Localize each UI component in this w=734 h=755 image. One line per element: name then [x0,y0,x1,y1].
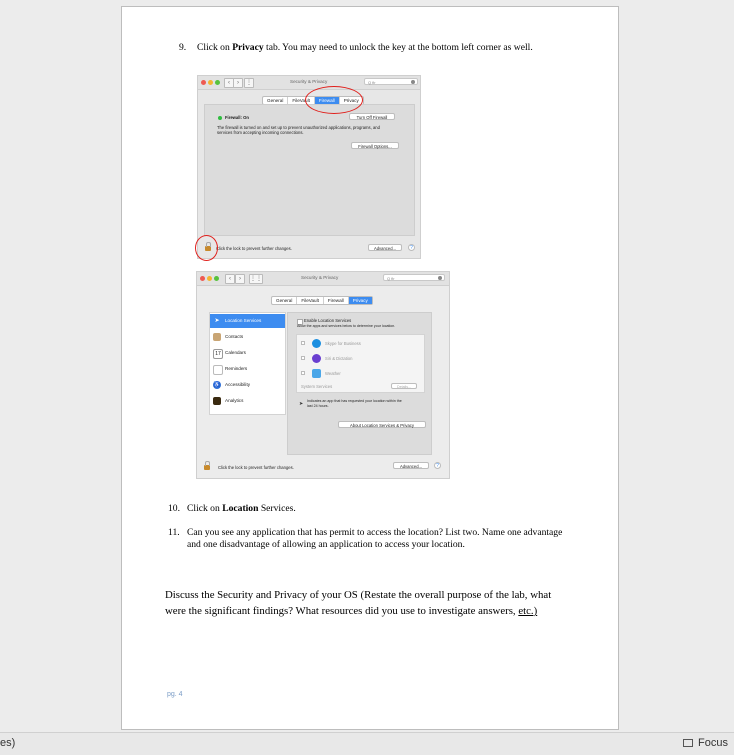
sidebar-item-analytics: Analytics [210,394,285,408]
step-text: Click on [197,42,233,53]
step-number: 9. [179,42,187,53]
list-item: Skype for Business [297,336,424,351]
status-text: es) [0,737,16,749]
sidebar-item-location-services: ➤ Location Services [210,314,285,328]
calendar-icon: 17 [213,349,223,359]
enable-label: Enable Location Services [304,318,352,323]
tab-privacy: Privacy [348,297,372,304]
checkbox-icon [301,371,305,375]
window-title: Security & Privacy [290,79,328,84]
zoom-dot-icon [214,276,219,281]
firewall-panel: Firewall: On Turn Off Firewall The firew… [204,104,415,236]
tab-general: General [263,97,289,104]
minimize-dot-icon [208,80,213,85]
discussion-line1: Discuss the Security and Privacy of your… [165,589,552,601]
details-button: Details... [391,383,417,389]
search-field: Q fir [383,274,445,281]
status-bar: es) Focus [0,732,734,755]
step-text-line2: and one disadvantage of allowing an appl… [187,539,465,550]
step-11: 11. Can you see any application that has… [168,527,608,553]
etc-link[interactable]: etc.) [518,605,537,617]
step-bold: Privacy [232,42,264,53]
status-dot-icon [218,116,222,120]
help-icon: ? [408,244,415,251]
note-line2: last 24 hours. [307,404,329,408]
reminders-icon [213,365,223,375]
clear-icon [438,276,442,280]
sidebar-item-calendars: 17 Calendars [210,346,285,360]
advanced-button: Advanced... [393,462,429,469]
step-text-line1: Can you see any application that has per… [187,527,563,538]
annotation-circle-lock [195,235,218,261]
clear-icon [411,80,415,84]
step-text: Services. [258,503,296,514]
about-location-button: About Location Services & Privacy [338,421,426,428]
zoom-dot-icon [215,80,220,85]
location-arrow-icon: ➤ [214,318,220,324]
search-field: Q fir [364,78,418,85]
contacts-icon [213,333,221,341]
sidebar-item-reminders: Reminders [210,362,285,376]
apps-list: Skype for Business Siri & Dictation Weat… [296,334,425,393]
close-dot-icon [200,276,205,281]
tab-bar: General FileVault Firewall Privacy [271,296,373,305]
step-bold: Location [222,503,259,514]
sidebar-item-accessibility: ♿ Accessibility [213,381,251,389]
focus-icon [683,739,693,747]
arrow-icon: ➤ [299,401,304,407]
discussion-line2: were the significant findings? What reso… [165,605,519,617]
firewall-options-button: Firewall Options... [351,142,399,149]
accessibility-icon: ♿ [213,381,221,389]
grid-icon: ⋮⋮ [249,274,263,284]
skype-icon [312,339,321,348]
annotation-circle-privacy [305,86,363,114]
list-item: Siri & Dictation [297,351,424,366]
privacy-screenshot: ‹ › ⋮⋮ Security & Privacy Q fir General … [196,271,450,479]
checkbox-icon [301,341,305,345]
tab-filevault: FileVault [297,297,324,304]
enable-subtext: Allow the apps and services below to det… [297,324,396,328]
help-icon: ? [434,462,441,469]
forward-icon: › [235,274,245,284]
close-dot-icon [201,80,206,85]
privacy-sidebar: ➤ Location Services Contacts 17 Calendars … [209,312,286,415]
focus-label: Focus [698,737,728,749]
page-number-footer: pg. 4 [167,691,183,698]
lock-text: Click the lock to prevent further change… [218,465,294,470]
weather-icon [312,369,321,378]
step-text: tab. You may need to unlock the key at t… [263,42,533,53]
firewall-description-line2: services from accepting incoming connect… [217,130,304,135]
firewall-status: Firewall: On [225,115,249,120]
discussion-prompt: Discuss the Security and Privacy of your… [165,587,611,619]
window-toolbar: ‹ › ⋮⋮ Security & Privacy Q fir [197,272,449,286]
advanced-button: Advanced... [368,244,402,251]
lock-text: Click the lock to prevent further change… [216,246,292,251]
focus-mode-button[interactable]: Focus [683,737,728,749]
analytics-icon [213,397,221,405]
forward-icon: › [233,78,243,88]
turn-off-firewall-button: Turn Off Firewall [349,113,395,120]
back-icon: ‹ [225,274,235,284]
step-number: 10. [168,503,180,514]
lock-icon [204,461,210,470]
location-panel: Enable Location Services Allow the apps … [287,312,432,455]
minimize-dot-icon [207,276,212,281]
step-text: Click on [187,503,223,514]
window-title: Security & Privacy [301,275,339,280]
tab-general: General [272,297,298,304]
grid-icon: ⋮ [244,78,254,88]
window-toolbar: ‹ › ⋮ Security & Privacy Q fir [198,76,420,90]
sidebar-item-contacts: Contacts [210,330,285,344]
siri-icon [312,354,321,363]
checkbox-icon [301,356,305,360]
list-item: System Services Details... [297,379,424,394]
step-number: 11. [168,527,180,538]
tab-firewall: Firewall [324,297,349,304]
